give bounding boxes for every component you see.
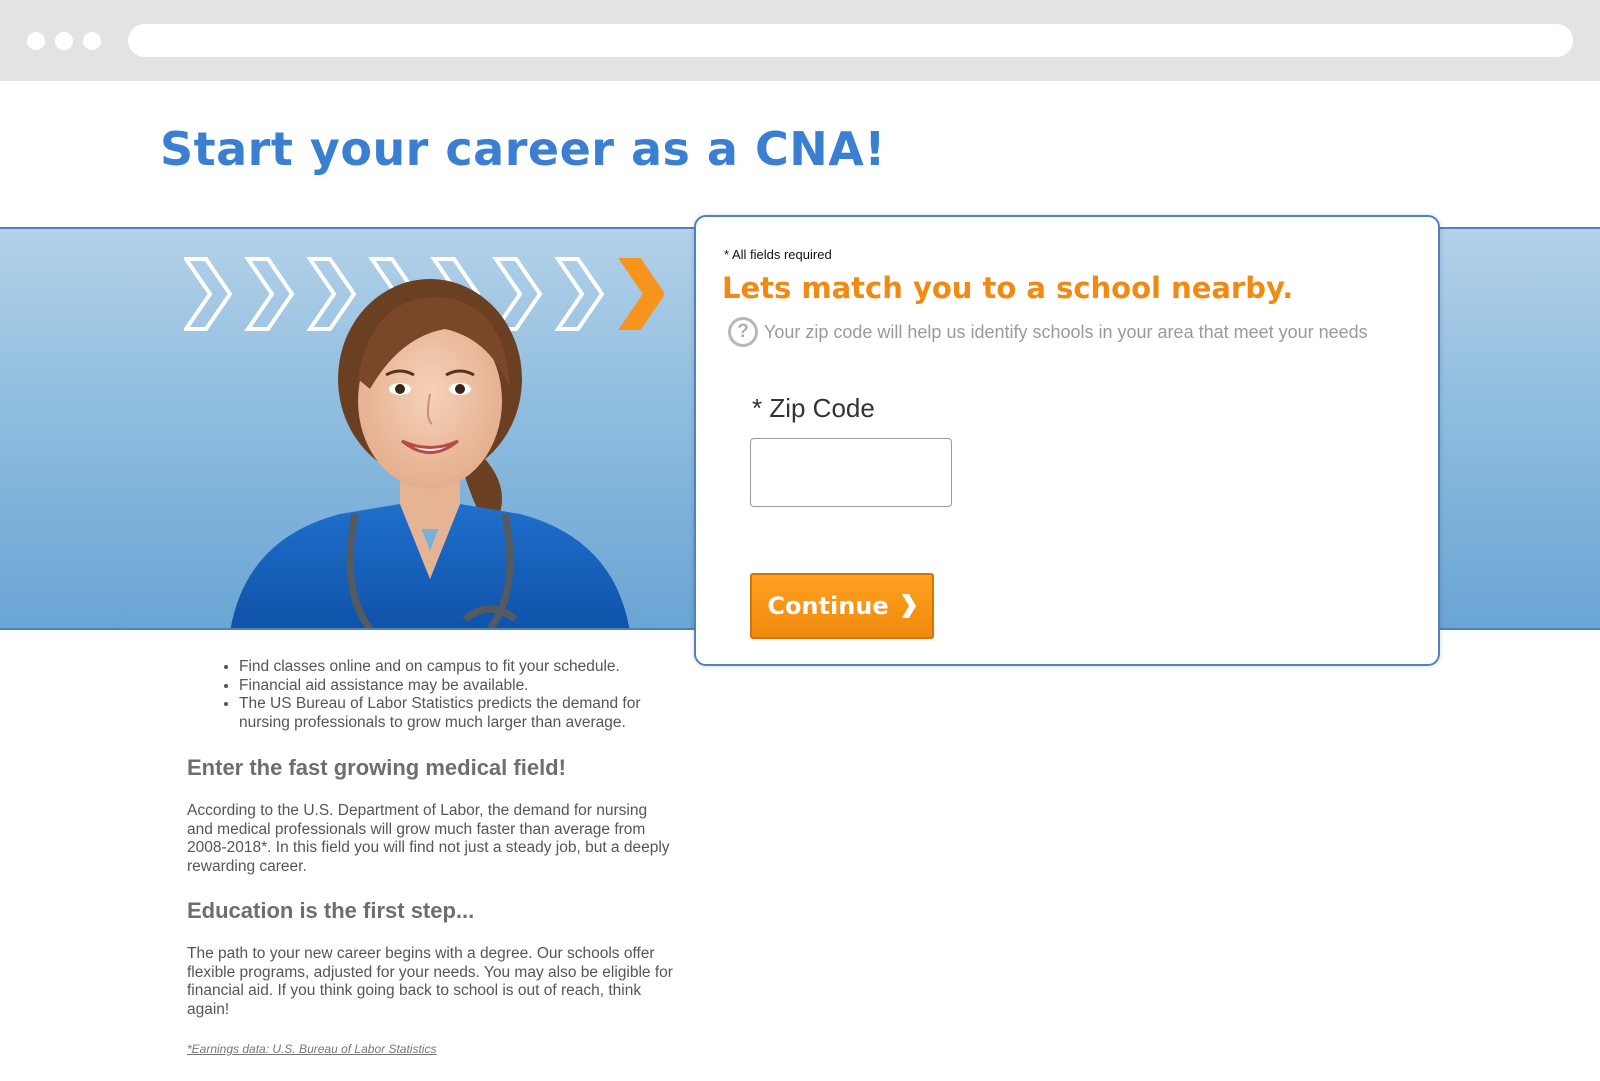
browser-chrome — [0, 0, 1600, 81]
window-dot-icon[interactable] — [55, 32, 73, 50]
section-paragraph: According to the U.S. Department of Labo… — [187, 802, 670, 875]
help-text: Your zip code will help us identify scho… — [764, 321, 1368, 342]
question-circle-icon[interactable]: ? — [728, 317, 758, 347]
section-heading: Enter the fast growing medical field! — [187, 755, 566, 780]
nurse-photo — [230, 279, 630, 628]
continue-button[interactable]: Continue — [750, 573, 934, 639]
required-note: * All fields required — [724, 247, 832, 262]
section-paragraph: The path to your new career begins with … — [187, 945, 673, 1018]
window-dot-icon[interactable] — [83, 32, 101, 50]
marketing-content: Find classes online and on campus to fit… — [187, 658, 677, 1056]
window-dot-icon[interactable] — [27, 32, 45, 50]
continue-button-label: Continue — [767, 592, 889, 620]
benefits-list: Find classes online and on campus to fit… — [187, 658, 677, 732]
list-item: Find classes online and on campus to fit… — [239, 658, 677, 677]
form-title: Lets match you to a school nearby. — [722, 271, 1294, 305]
address-bar[interactable] — [128, 24, 1573, 57]
page-headline: Start your career as a CNA! — [160, 122, 886, 176]
list-item: The US Bureau of Labor Statistics predic… — [239, 695, 677, 732]
section-heading: Education is the first step... — [187, 898, 475, 923]
earnings-footnote-link[interactable]: *Earnings data: U.S. Bureau of Labor Sta… — [187, 1042, 436, 1056]
zip-code-input[interactable] — [750, 438, 952, 507]
list-item: Financial aid assistance may be availabl… — [239, 677, 677, 696]
lead-form-card: * All fields required Lets match you to … — [694, 215, 1440, 666]
zip-code-label: * Zip Code — [752, 393, 875, 423]
chevron-right-icon — [901, 593, 917, 619]
help-row: ? Your zip code will help us identify sc… — [728, 317, 1368, 347]
